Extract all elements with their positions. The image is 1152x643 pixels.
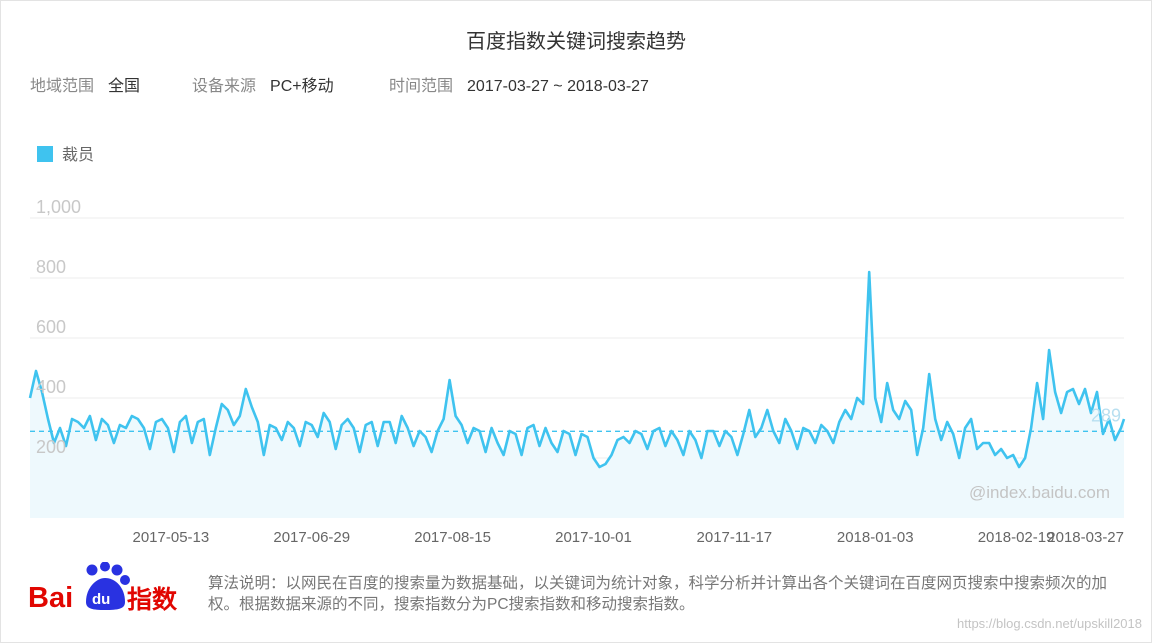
logo-paw-toe-3 bbox=[111, 564, 123, 576]
y-tick-label-2: 600 bbox=[36, 317, 66, 337]
line-chart[interactable]: 289 200 400 600 800 1,000 2017-05-13 2017-06-29… bbox=[0, 0, 1152, 643]
logo-text-du: du bbox=[92, 591, 110, 608]
x-tick-label-4: 2017-11-17 bbox=[697, 529, 773, 546]
x-tick-label-6: 2018-02-19 bbox=[978, 529, 1055, 546]
x-tick-label-2: 2017-08-15 bbox=[414, 529, 491, 546]
logo-text-bai: Bai bbox=[28, 582, 73, 614]
logo-paw-toe-1 bbox=[86, 564, 98, 576]
x-tick-label-1: 2017-06-29 bbox=[273, 529, 350, 546]
logo-text-zhishu: 指数 bbox=[127, 585, 178, 614]
y-tick-label-1: 400 bbox=[36, 377, 66, 397]
watermark: @index.baidu.com bbox=[969, 483, 1110, 502]
average-label: 289 bbox=[1091, 405, 1121, 425]
x-tick-label-5: 2018-01-03 bbox=[837, 529, 914, 546]
source-credit: https://blog.csdn.net/upskill2018 bbox=[956, 616, 1142, 631]
y-tick-label-0: 200 bbox=[36, 437, 66, 457]
y-tick-label-4: 1,000 bbox=[36, 197, 81, 217]
x-tick-label-7: 2018-03-27 bbox=[1047, 529, 1124, 546]
series-area bbox=[30, 272, 1124, 518]
x-tick-label-0: 2017-05-13 bbox=[133, 529, 210, 546]
baidu-index-logo: Bai du 指数 bbox=[28, 562, 178, 614]
series-line bbox=[28, 270, 1126, 469]
logo-paw-toe-4 bbox=[120, 575, 130, 585]
algorithm-note: 算法说明：以网民在百度的搜索量为数据基础，以关键词为统计对象，科学分析并计算出各… bbox=[208, 575, 1108, 613]
logo-paw-toe-2 bbox=[100, 562, 110, 572]
y-tick-label-3: 800 bbox=[36, 257, 66, 277]
x-tick-label-3: 2017-10-01 bbox=[555, 529, 632, 546]
